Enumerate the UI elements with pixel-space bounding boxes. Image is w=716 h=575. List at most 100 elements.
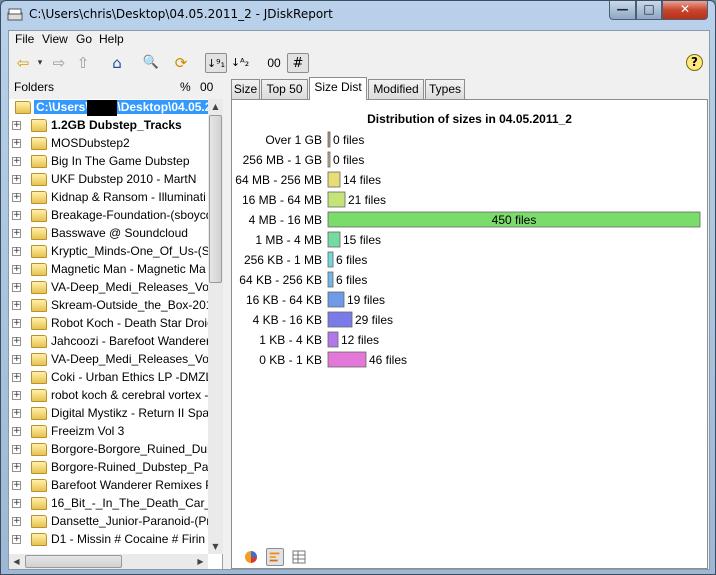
tree-node[interactable]: + robot koch & cerebral vortex -	[9, 387, 208, 405]
tree-node[interactable]: + Basswave @ Soundcloud	[9, 225, 208, 243]
scroll-down-icon[interactable]: ▼	[208, 539, 223, 554]
expand-icon[interactable]: +	[12, 211, 21, 220]
tab-top-50[interactable]: Top 50	[261, 79, 308, 99]
menu-go[interactable]: Go	[76, 32, 92, 46]
tree-node[interactable]: + Digital Mystikz - Return II Spac	[9, 405, 208, 423]
tree-node-label[interactable]: VA-Deep_Medi_Releases_Volu	[51, 280, 208, 294]
tree-node[interactable]: + VA-Deep_Medi_Releases_Volu	[9, 351, 208, 369]
scroll-up-icon[interactable]: ▲	[208, 99, 223, 114]
tree-node-label[interactable]: Big In The Game Dubstep	[51, 154, 190, 168]
tab-modified[interactable]: Modified	[368, 79, 424, 99]
count-column-label[interactable]: 00	[200, 80, 213, 94]
tree-node-label[interactable]: Basswave @ Soundcloud	[51, 226, 188, 240]
tree-node-label[interactable]: D1 - Missin # Cocaine # Firin E	[51, 532, 208, 546]
sort-by-name-button[interactable]: ↓ᴬ₂	[229, 53, 251, 73]
tree-horizontal-scrollbar[interactable]: ◀ ▶	[9, 554, 208, 569]
tree-node[interactable]: +16_Bit_-_In_The_Death_Car_EP	[9, 495, 208, 513]
expand-icon[interactable]: +	[12, 517, 21, 526]
expand-icon[interactable]: +	[12, 499, 21, 508]
tree-horizontal-scroll-thumb[interactable]	[25, 555, 122, 568]
title-bar[interactable]: C:\Users\chris\Desktop\04.05.2011_2 - JD…	[1, 1, 715, 29]
show-count-button[interactable]: #	[287, 53, 309, 73]
scroll-right-icon[interactable]: ▶	[193, 554, 208, 569]
search-icon[interactable]: 🔍	[141, 53, 161, 73]
tree-node-label[interactable]: Kidnap & Ransom - Illuminati	[51, 190, 206, 204]
expand-icon[interactable]: +	[12, 535, 21, 544]
tree-node-label[interactable]: Borgore-Ruined_Dubstep_Part	[51, 460, 208, 474]
tree-node[interactable]: +1.2GB Dubstep_Tracks	[9, 117, 208, 135]
tree-node[interactable]: + Barefoot Wanderer Remixes Pa	[9, 477, 208, 495]
up-arrow-icon[interactable]: ⇧	[73, 53, 93, 73]
tree-node-label[interactable]: 1.2GB Dubstep_Tracks	[51, 118, 182, 132]
scroll-left-icon[interactable]: ◀	[9, 554, 24, 569]
tree-node-label[interactable]: Jahcoozi - Barefoot Wanderer	[51, 334, 208, 348]
tree-node[interactable]: + Borgore-Borgore_Ruined_Dub	[9, 441, 208, 459]
tree-node[interactable]: + MOSDubstep2	[9, 135, 208, 153]
tree-node[interactable]: + Magnetic Man - Magnetic Ma	[9, 261, 208, 279]
tree-root-node[interactable]: C:\Users\chris\Desktop\04.05.2011_2	[9, 99, 208, 117]
menu-view[interactable]: View	[42, 32, 68, 46]
expand-icon[interactable]: +	[12, 373, 21, 382]
expand-icon[interactable]: +	[12, 355, 21, 364]
tree-node[interactable]: + Dansette_Junior-Paranoid-(Pre	[9, 513, 208, 531]
menu-help[interactable]: Help	[99, 32, 124, 46]
expand-icon[interactable]: +	[12, 463, 21, 472]
expand-icon[interactable]: +	[12, 427, 21, 436]
expand-icon[interactable]: +	[12, 409, 21, 418]
bar-chart-icon[interactable]	[266, 548, 284, 566]
expand-icon[interactable]: +	[12, 481, 21, 490]
percent-column-label[interactable]: %	[180, 80, 191, 94]
expand-icon[interactable]: +	[12, 283, 21, 292]
tree-node[interactable]: + Borgore-Ruined_Dubstep_Part	[9, 459, 208, 477]
expand-icon[interactable]: +	[12, 337, 21, 346]
expand-icon[interactable]: +	[12, 139, 21, 148]
refresh-icon[interactable]: ⟳	[171, 53, 191, 73]
tree-node[interactable]: + D1 - Missin # Cocaine # Firin E	[9, 531, 208, 549]
tree-node-label[interactable]: Robot Koch - Death Star Droic	[51, 316, 208, 330]
tree-node-label[interactable]: Magnetic Man - Magnetic Ma	[51, 262, 206, 276]
menu-file[interactable]: File	[15, 32, 34, 46]
tab-types[interactable]: Types	[425, 79, 465, 99]
tree-node[interactable]: + Big In The Game Dubstep	[9, 153, 208, 171]
expand-icon[interactable]: +	[12, 265, 21, 274]
tree-node-label[interactable]: Digital Mystikz - Return II Spac	[51, 406, 208, 420]
expand-icon[interactable]: +	[12, 391, 21, 400]
tree-node[interactable]: + Coki - Urban Ethics LP -DMZL	[9, 369, 208, 387]
expand-icon[interactable]: +	[12, 445, 21, 454]
tree-node[interactable]: + Jahcoozi - Barefoot Wanderer	[9, 333, 208, 351]
tree-node-label[interactable]: Barefoot Wanderer Remixes Pa	[51, 478, 208, 492]
tree-node-label[interactable]: Kryptic_Minds-One_Of_Us-(SW	[51, 244, 208, 258]
tree-node-label[interactable]: Borgore-Borgore_Ruined_Dub	[51, 442, 208, 456]
tree-node[interactable]: + UKF Dubstep 2010 - MartN	[9, 171, 208, 189]
expand-icon[interactable]: +	[12, 157, 21, 166]
tab-size-dist[interactable]: Size Dist	[309, 77, 367, 100]
tree-node-label[interactable]: UKF Dubstep 2010 - MartN	[51, 172, 196, 186]
expand-icon[interactable]: +	[12, 229, 21, 238]
show-percent-button[interactable]: 00	[263, 53, 285, 73]
tree-node[interactable]: + Kidnap & Ransom - Illuminati	[9, 189, 208, 207]
tree-node-label[interactable]: Coki - Urban Ethics LP -DMZL	[51, 370, 208, 384]
tree-node-label[interactable]: VA-Deep_Medi_Releases_Volu	[51, 352, 208, 366]
tree-node[interactable]: + Breakage-Foundation-(sboycd	[9, 207, 208, 225]
tab-size[interactable]: Size	[231, 79, 260, 99]
home-icon[interactable]: ⌂	[107, 53, 127, 73]
expand-icon[interactable]: +	[12, 301, 21, 310]
table-view-icon[interactable]	[290, 548, 308, 566]
tree-node-label[interactable]: Skream-Outside_the_Box-2010	[51, 298, 208, 312]
tree-node-label[interactable]: Breakage-Foundation-(sboycd	[51, 208, 208, 222]
help-icon[interactable]: ?	[686, 54, 703, 71]
tree-node-label[interactable]: MOSDubstep2	[51, 136, 130, 150]
tree-vertical-scroll-thumb[interactable]	[209, 115, 222, 283]
expand-icon[interactable]: +	[12, 319, 21, 328]
forward-arrow-icon[interactable]: ⇨	[49, 53, 69, 73]
tree-node-label[interactable]: robot koch & cerebral vortex -	[51, 388, 208, 402]
expand-icon[interactable]: +	[12, 193, 21, 202]
tree-node-label[interactable]: 16_Bit_-_In_The_Death_Car_EP	[51, 496, 208, 510]
tree-node[interactable]: + Freeizm Vol 3	[9, 423, 208, 441]
tree-vertical-scrollbar[interactable]: ▲ ▼	[208, 99, 223, 554]
maximize-button[interactable]: □	[636, 1, 662, 20]
tree-node[interactable]: + VA-Deep_Medi_Releases_Volu	[9, 279, 208, 297]
back-arrow-icon[interactable]: ⇦	[13, 53, 33, 73]
tree-node[interactable]: + Skream-Outside_the_Box-2010	[9, 297, 208, 315]
pie-chart-icon[interactable]	[242, 548, 260, 566]
